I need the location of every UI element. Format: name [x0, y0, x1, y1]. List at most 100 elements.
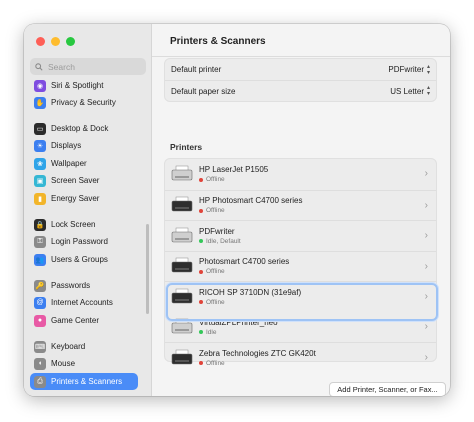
- sidebar-item-passwords[interactable]: 🔑 Passwords: [30, 277, 138, 294]
- chevron-right-icon: ›: [424, 320, 428, 332]
- printer-row[interactable]: Zebra Technologies ZTC GK420t Offline ›: [165, 342, 436, 373]
- search-input[interactable]: Search: [30, 58, 146, 75]
- search-icon: [35, 62, 43, 71]
- default-printer-label: Default printer: [171, 65, 222, 74]
- main-pane: Printers & Scanners Default printer PDFw…: [152, 24, 450, 396]
- default-paper-popup[interactable]: US Letter ▴ ▾: [390, 85, 430, 97]
- battery-icon: ▮: [34, 192, 46, 205]
- wallpaper-icon: ❀: [34, 157, 46, 170]
- sidebar-item-label: Screen Saver: [51, 176, 100, 185]
- updown-chevron-icon: ▴ ▾: [426, 63, 430, 76]
- sidebar-item-label: Wallpaper: [51, 159, 87, 168]
- sidebar-item-label: Passwords: [51, 281, 91, 290]
- sidebar: Search ◉ Siri & Spotlight ✋ Privacy & Secur…: [24, 24, 152, 396]
- sidebar-item-login-password[interactable]: ⚿ Login Password: [30, 233, 138, 250]
- siri-icon: ◉: [34, 79, 46, 92]
- status-dot-icon: [199, 208, 203, 213]
- printer-icon: [171, 227, 193, 243]
- sidebar-item-label: Siri & Spotlight: [51, 81, 104, 90]
- header-divider: [152, 56, 450, 57]
- chevron-right-icon: ›: [424, 199, 428, 211]
- defaults-group: Default printer PDFwriter ▴ ▾ Default pap…: [164, 58, 437, 102]
- printer-info: HP Photosmart C4700 series Offline: [199, 196, 302, 214]
- minimize-button[interactable]: [51, 37, 60, 46]
- printer-icon: [171, 197, 193, 212]
- printer-icon: [171, 349, 193, 365]
- sidebar-item-siri-spotlight[interactable]: ◉ Siri & Spotlight: [30, 77, 138, 94]
- printer-icon: [171, 288, 193, 304]
- printer-status: Offline: [199, 207, 302, 214]
- add-printer-button[interactable]: Add Printer, Scanner, or Fax...: [329, 382, 446, 396]
- hand-icon: ✋: [34, 96, 46, 109]
- default-printer-popup[interactable]: PDFwriter ▴ ▾: [388, 64, 430, 76]
- sidebar-item-internet-accounts[interactable]: @ Internet Accounts: [30, 294, 138, 311]
- default-printer-row: Default printer PDFwriter ▴ ▾: [165, 59, 436, 80]
- screensaver-icon: ▣: [34, 174, 46, 187]
- chevron-right-icon: ›: [424, 230, 428, 241]
- sidebar-item-lock-screen[interactable]: 🔒 Lock Screen: [30, 216, 138, 233]
- printer-status: Idle, Default: [199, 238, 241, 245]
- printer-name: PDFwriter: [199, 226, 235, 236]
- printer-status-text: Offline: [206, 207, 225, 215]
- sidebar-item-screen-saver[interactable]: ▣ Screen Saver: [30, 172, 138, 189]
- chevron-right-icon: ›: [424, 168, 428, 179]
- printer-name: VirtualZPLPrinter_neo: [199, 317, 278, 327]
- sidebar-item-mouse[interactable]: ◖ Mouse: [30, 355, 138, 372]
- sidebar-item-privacy-security[interactable]: ✋ Privacy & Security: [30, 94, 138, 111]
- sidebar-item-displays[interactable]: ☀ Displays: [30, 137, 138, 154]
- default-printer-value: PDFwriter: [388, 65, 424, 74]
- printer-status: Offline: [199, 268, 289, 275]
- page-title: Printers & Scanners: [170, 36, 266, 47]
- sidebar-item-users-groups[interactable]: 👥 Users & Groups: [30, 251, 138, 268]
- sidebar-item-label: Displays: [51, 141, 82, 150]
- printer-status: Offline: [199, 299, 301, 306]
- sidebar-item-label: Privacy & Security: [51, 98, 116, 107]
- printer-row[interactable]: HP Photosmart C4700 series Offline ›: [165, 189, 436, 221]
- sidebar-item-label: Users & Groups: [51, 255, 108, 264]
- sidebar-item-label: Login Password: [51, 237, 108, 246]
- sidebar-item-keyboard[interactable]: ⌨ Keyboard: [30, 338, 138, 355]
- zoom-button[interactable]: [66, 37, 75, 46]
- printer-status: Idle: [199, 329, 278, 336]
- printer-info: HP LaserJet P1505 Offline: [199, 165, 268, 183]
- updown-chevron-icon: ▴ ▾: [426, 85, 430, 97]
- sidebar-item-desktop-dock[interactable]: ▭ Desktop & Dock: [30, 120, 138, 137]
- lock-icon: 🔒: [34, 218, 46, 231]
- sidebar-item-printers-scanners[interactable]: ⎙ Printers & Scanners: [30, 373, 138, 390]
- printer-name: HP LaserJet P1505: [199, 165, 269, 175]
- sidebar-item-energy-saver[interactable]: ▮ Energy Saver: [30, 190, 138, 207]
- sidebar-item-label: Keyboard: [51, 342, 86, 351]
- sidebar-item-label: Printers & Scanners: [51, 377, 123, 386]
- sidebar-item-wallpaper[interactable]: ❀ Wallpaper: [30, 155, 138, 172]
- printer-icon: [171, 258, 193, 273]
- printer-icon: ⎙: [34, 375, 46, 388]
- game-center-icon: ●: [34, 314, 46, 327]
- chevron-right-icon: ›: [424, 260, 428, 272]
- printer-icon: [171, 318, 193, 334]
- printer-info: Zebra Technologies ZTC GK420t Offline: [199, 349, 316, 367]
- printer-status: Offline: [199, 176, 268, 183]
- sidebar-item-game-center[interactable]: ● Game Center: [30, 312, 138, 329]
- printers-heading: Printers: [170, 142, 203, 152]
- passwords-icon: 🔑: [34, 279, 46, 292]
- sidebar-item-label: Mouse: [51, 359, 76, 368]
- settings-window: Search ◉ Siri & Spotlight ✋ Privacy & Secur…: [24, 24, 450, 396]
- printer-info: Photosmart C4700 series Offline: [199, 257, 289, 275]
- printer-row[interactable]: HP LaserJet P1505 Offline ›: [165, 159, 436, 190]
- printer-row[interactable]: VirtualZPLPrinter_neo Idle ›: [165, 312, 436, 343]
- at-icon: @: [34, 296, 46, 309]
- printer-name: Photosmart C4700 series: [199, 257, 290, 267]
- mouse-icon: ◖: [34, 357, 46, 370]
- printer-status-text: Offline: [206, 176, 225, 184]
- printer-name: HP Photosmart C4700 series: [199, 196, 303, 206]
- printer-row[interactable]: Photosmart C4700 series Offline ›: [165, 250, 436, 282]
- printer-status-text: Idle, Default: [206, 237, 241, 245]
- key-icon: ⚿: [34, 235, 46, 248]
- printer-row[interactable]: RICOH SP 3710DN (31e9af) Offline ›: [165, 281, 436, 312]
- default-paper-value: US Letter: [390, 86, 424, 96]
- dock-icon: ▭: [34, 122, 46, 135]
- sidebar-scrollbar[interactable]: [146, 224, 149, 314]
- printer-icon: [171, 166, 193, 181]
- close-button[interactable]: [36, 37, 45, 46]
- printer-row[interactable]: PDFwriter Idle, Default ›: [165, 220, 436, 251]
